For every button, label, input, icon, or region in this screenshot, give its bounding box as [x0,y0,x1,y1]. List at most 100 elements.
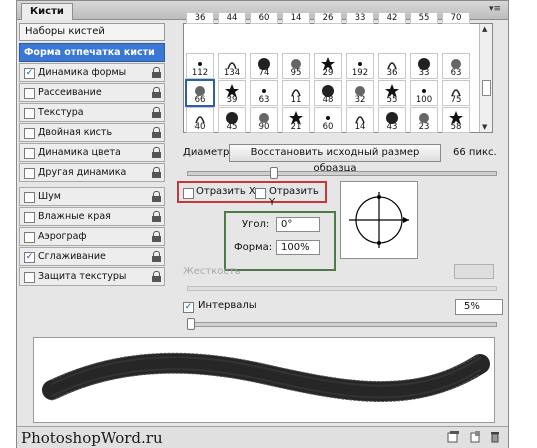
spacing-checkbox[interactable]: ✓ [183,302,194,313]
category-item[interactable]: Рассеивание [19,83,165,102]
brush-tip-cell[interactable]: 45 [218,107,246,133]
spacing-slider-knob[interactable] [187,318,196,330]
brush-tip-cell[interactable]: 192 [346,53,374,79]
checked-checkbox[interactable]: ✓ [24,252,35,263]
lock-icon[interactable] [152,147,161,158]
brush-tip-cell[interactable]: 32 [346,80,374,106]
brush-tip-cell[interactable]: 36 [378,53,406,79]
angle-preview[interactable] [340,181,418,259]
spacing-slider[interactable] [187,322,497,327]
lock-icon[interactable] [152,167,161,178]
category-item[interactable]: Двойная кисть [19,123,165,142]
angle-field[interactable]: 0° [276,217,320,232]
diameter-slider[interactable] [187,171,497,176]
lock-icon[interactable] [152,67,161,78]
brush-tip-cell[interactable]: 33 [410,53,438,79]
brush-tip-cell[interactable]: 63 [442,53,470,79]
lock-icon[interactable] [152,127,161,138]
brush-presets-button[interactable]: Наборы кистей [19,23,165,41]
restore-size-button[interactable]: Восстановить исходный размер образца [229,144,441,174]
toggle-preview-icon[interactable] [447,431,459,443]
category-item[interactable]: Другая динамика [19,163,165,182]
checkbox[interactable] [24,192,35,203]
category-item[interactable]: ✓ Сглаживание [19,247,165,266]
checkbox[interactable] [24,212,35,223]
roundness-field[interactable]: 100% [276,240,320,255]
brush-tip-cell[interactable]: 23 [410,107,438,133]
brush-size-label: 90 [258,122,270,132]
brush-tip-cell[interactable]: 11 [282,80,310,106]
category-item[interactable]: Текстура [19,103,165,122]
brush-tip-cell[interactable]: 21 [282,107,310,133]
brush-tip-cell[interactable]: 29 [314,53,342,79]
brush-tip-cell[interactable]: 60 [314,107,342,133]
spacing-value[interactable]: 5% [455,299,503,315]
brush-tip-cell[interactable]: 134 [218,53,246,79]
category-item[interactable]: Защита текстуры [19,267,165,286]
lock-icon[interactable] [152,191,161,202]
category-item[interactable]: Форма отпечатка кисти [19,43,165,62]
scroll-up-icon[interactable]: ▲ [482,25,487,33]
brush-tip-cell[interactable]: 44 [218,12,246,24]
brush-tip-cell[interactable]: 14 [346,107,374,133]
brush-tip-cell[interactable]: 42 [378,12,406,24]
watermark: PhotoshopWord.ru [21,429,163,447]
brush-size-label: 134 [223,68,241,78]
brush-tip-cell[interactable]: 66 [185,79,215,107]
brush-tip-cell[interactable]: 63 [250,80,278,106]
brush-tip-cell[interactable]: 60 [250,12,278,24]
lock-icon[interactable] [152,271,161,282]
brush-tip-cell[interactable]: 33 [346,12,374,24]
brush-tip-cell[interactable]: 55 [410,12,438,24]
new-brush-icon[interactable] [469,431,481,443]
checkbox[interactable] [24,148,35,159]
lock-icon[interactable] [152,251,161,262]
brush-tip-cell[interactable]: 26 [314,12,342,24]
category-item[interactable]: Аэрограф [19,227,165,246]
checkbox[interactable] [24,232,35,243]
checkbox[interactable] [24,272,35,283]
brush-tip-cell[interactable]: 58 [442,107,470,133]
brush-tip-cell[interactable]: 70 [442,12,470,24]
checkbox[interactable] [24,168,35,179]
checkbox[interactable] [24,88,35,99]
flip-x-label: Отразить X [196,186,256,197]
category-item[interactable]: ✓ Динамика формы [19,63,165,82]
checkbox[interactable] [24,108,35,119]
brush-tip-cell[interactable]: 40 [186,107,214,133]
flip-y-checkbox[interactable] [255,188,266,199]
brush-tip-cell[interactable]: 14 [282,12,310,24]
brush-tip-cell[interactable]: 36 [186,12,214,24]
grid-scrollbar[interactable]: ▲ ▼ [479,24,492,132]
brush-tip-cell[interactable]: 55 [378,80,406,106]
brush-tip-cell[interactable]: 95 [282,53,310,79]
brush-tip-cell[interactable]: 90 [250,107,278,133]
brush-tip-cell[interactable]: 100 [410,80,438,106]
brush-size-label: 58 [450,122,462,132]
brush-tip-cell[interactable]: 112 [186,53,214,79]
lock-icon[interactable] [152,231,161,242]
lock-icon[interactable] [152,107,161,118]
brush-tip-cell[interactable]: 48 [314,80,342,106]
flip-x-checkbox[interactable] [183,188,194,199]
brush-tip-cell[interactable]: 74 [250,53,278,79]
diameter-value[interactable]: 66 пикс. [453,147,497,158]
category-item[interactable]: Динамика цвета [19,143,165,162]
scroll-down-icon[interactable]: ▼ [482,123,487,131]
diameter-label: Диаметр [183,147,230,158]
panel-menu-icon[interactable]: ▾≡ [488,4,502,15]
tab-brushes[interactable]: Кисти [21,3,73,20]
hardness-label: Жесткость [183,266,241,277]
category-item[interactable]: Влажные края [19,207,165,226]
checkbox[interactable] [24,128,35,139]
checked-checkbox[interactable]: ✓ [24,68,35,79]
brush-tip-cell[interactable]: 43 [378,107,406,133]
brush-tip-cell[interactable]: 39 [218,80,246,106]
brush-tip-cell[interactable]: 75 [442,80,470,106]
lock-icon[interactable] [152,87,161,98]
lock-icon[interactable] [152,211,161,222]
scroll-thumb[interactable] [482,80,491,96]
trash-icon[interactable] [489,431,501,443]
category-item[interactable]: Шум [19,187,165,206]
diameter-slider-knob[interactable] [270,167,279,179]
